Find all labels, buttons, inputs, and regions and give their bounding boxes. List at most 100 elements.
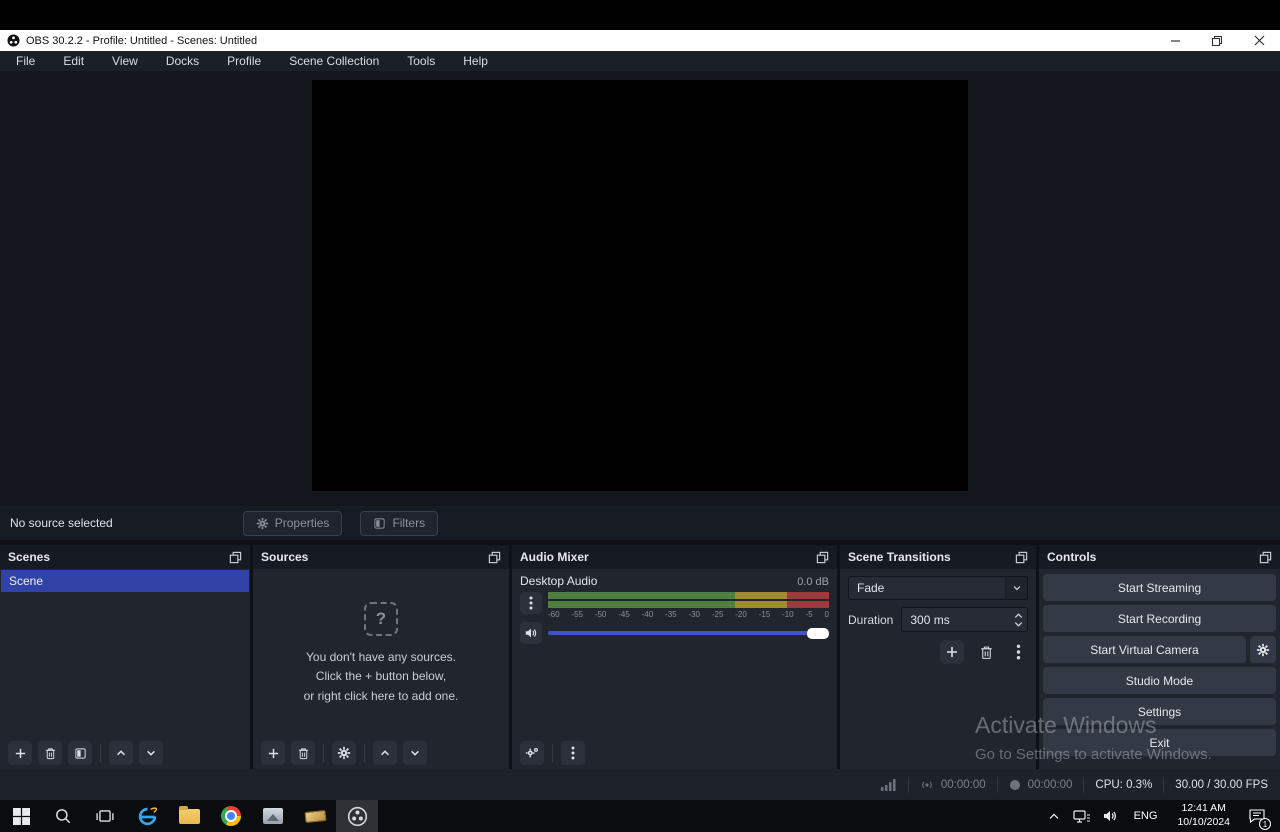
internet-explorer-icon[interactable] xyxy=(126,800,168,832)
properties-button[interactable]: Properties xyxy=(243,511,343,536)
scenes-panel: Scenes Scene xyxy=(0,545,250,769)
volume-slider[interactable] xyxy=(548,627,829,639)
scene-filters-button[interactable] xyxy=(68,741,92,765)
program-canvas[interactable] xyxy=(312,80,968,491)
clock[interactable]: 12:41 AM 10/10/2024 xyxy=(1169,802,1238,829)
add-transition-button[interactable] xyxy=(940,640,964,664)
start-button[interactable] xyxy=(0,800,42,832)
network-tray-icon[interactable] xyxy=(1070,800,1094,832)
audio-mixer-title: Audio Mixer xyxy=(520,550,589,564)
task-view-button[interactable] xyxy=(84,800,126,832)
menu-edit[interactable]: Edit xyxy=(49,51,98,71)
network-signal-icon xyxy=(881,779,897,791)
scenes-panel-header: Scenes xyxy=(0,545,250,569)
menu-profile[interactable]: Profile xyxy=(213,51,275,71)
move-source-down-button[interactable] xyxy=(403,741,427,765)
mixer-menu-button[interactable] xyxy=(561,741,585,765)
menu-help[interactable]: Help xyxy=(449,51,502,71)
source-status-text: No source selected xyxy=(10,516,113,530)
obs-app-window: OBS 30.2.2 - Profile: Untitled - Scenes:… xyxy=(0,0,1280,832)
menu-tools[interactable]: Tools xyxy=(393,51,449,71)
fps-indicator: 30.00 / 30.00 FPS xyxy=(1175,779,1268,791)
volume-tray-icon[interactable] xyxy=(1098,800,1122,832)
sources-panel-header: Sources xyxy=(253,545,509,569)
close-button[interactable] xyxy=(1238,30,1280,51)
scene-transitions-title: Scene Transitions xyxy=(848,550,951,564)
popout-icon[interactable] xyxy=(816,551,829,564)
recording-time: 00:00:00 xyxy=(1028,779,1073,791)
sources-panel-title: Sources xyxy=(261,550,308,564)
scenes-toolbar xyxy=(0,737,250,769)
clock-time: 12:41 AM xyxy=(1177,802,1230,816)
volume-meter-bar xyxy=(548,601,829,608)
popout-icon[interactable] xyxy=(1015,551,1028,564)
scene-list-item[interactable]: Scene xyxy=(1,570,249,592)
record-status-icon xyxy=(1009,779,1021,791)
popout-icon[interactable] xyxy=(229,551,242,564)
source-properties-button[interactable] xyxy=(332,741,356,765)
minimize-button[interactable] xyxy=(1154,30,1196,51)
mute-button[interactable] xyxy=(520,622,542,644)
move-scene-down-button[interactable] xyxy=(139,741,163,765)
spin-down-icon[interactable] xyxy=(1014,621,1023,628)
tray-chevron-up-icon[interactable] xyxy=(1042,800,1066,832)
advanced-audio-properties-button[interactable] xyxy=(520,741,544,765)
window-title: OBS 30.2.2 - Profile: Untitled - Scenes:… xyxy=(26,35,257,47)
scenes-list: Scene xyxy=(0,569,250,737)
studio-mode-button[interactable]: Studio Mode xyxy=(1043,667,1276,694)
transition-properties-button[interactable] xyxy=(1008,641,1028,663)
sources-list[interactable]: ? You don't have any sources. Click the … xyxy=(253,569,509,737)
restore-button[interactable] xyxy=(1196,30,1238,51)
volume-slider-track xyxy=(548,631,829,635)
remove-source-button[interactable] xyxy=(291,741,315,765)
popout-icon[interactable] xyxy=(488,551,501,564)
statusbar-separator xyxy=(1163,777,1164,793)
add-source-button[interactable] xyxy=(261,741,285,765)
filters-button[interactable]: Filters xyxy=(360,511,438,536)
menu-docks[interactable]: Docks xyxy=(152,51,213,71)
scene-transitions-header: Scene Transitions xyxy=(840,545,1036,569)
sources-toolbar xyxy=(253,737,509,769)
start-streaming-button[interactable]: Start Streaming xyxy=(1043,574,1276,601)
popout-icon[interactable] xyxy=(1259,551,1272,564)
sources-empty-line: You don't have any sources. xyxy=(306,650,456,666)
move-scene-up-button[interactable] xyxy=(109,741,133,765)
duration-spinbox[interactable]: 300 ms xyxy=(901,607,1028,632)
controls-panel-header: Controls xyxy=(1039,545,1280,569)
obs-taskbar-icon[interactable] xyxy=(336,800,378,832)
sources-panel: Sources ? You don't have any sources. Cl… xyxy=(253,545,509,769)
clock-date: 10/10/2024 xyxy=(1177,816,1230,830)
pinned-app-icon[interactable] xyxy=(294,800,336,832)
search-button[interactable] xyxy=(42,800,84,832)
remove-transition-button[interactable] xyxy=(976,641,996,663)
menu-scene-collection[interactable]: Scene Collection xyxy=(275,51,393,71)
virtual-camera-settings-button[interactable] xyxy=(1250,636,1276,663)
menu-view[interactable]: View xyxy=(98,51,152,71)
obs-logo-icon xyxy=(7,34,20,47)
file-explorer-icon[interactable] xyxy=(168,800,210,832)
start-recording-button[interactable]: Start Recording xyxy=(1043,605,1276,632)
start-virtual-camera-button[interactable]: Start Virtual Camera xyxy=(1043,636,1246,663)
menu-file[interactable]: File xyxy=(2,51,49,71)
audio-mixer-body: Desktop Audio 0.0 dB xyxy=(512,569,837,737)
audio-channel-menu-button[interactable] xyxy=(520,592,542,614)
chevron-down-icon xyxy=(1005,577,1027,599)
language-indicator[interactable]: ENG xyxy=(1126,810,1166,822)
move-source-up-button[interactable] xyxy=(373,741,397,765)
photos-app-icon[interactable] xyxy=(252,800,294,832)
exit-button[interactable]: Exit xyxy=(1043,729,1276,756)
scene-transitions-body: Fade Duration 300 ms xyxy=(840,569,1036,769)
scene-transitions-panel: Scene Transitions Fade Duration xyxy=(840,545,1036,769)
transition-select[interactable]: Fade xyxy=(848,576,1028,600)
cpu-usage: CPU: 0.3% xyxy=(1095,779,1152,791)
sources-empty-state: ? You don't have any sources. Click the … xyxy=(253,569,509,737)
spin-up-icon[interactable] xyxy=(1014,612,1023,619)
chrome-icon[interactable] xyxy=(210,800,252,832)
action-center-button[interactable]: 1 xyxy=(1242,800,1272,832)
sources-empty-line: or right click here to add one. xyxy=(304,689,459,705)
add-scene-button[interactable] xyxy=(8,741,32,765)
remove-scene-button[interactable] xyxy=(38,741,62,765)
settings-button[interactable]: Settings xyxy=(1043,698,1276,725)
stream-status-icon xyxy=(920,778,934,792)
volume-slider-handle[interactable] xyxy=(807,628,829,639)
